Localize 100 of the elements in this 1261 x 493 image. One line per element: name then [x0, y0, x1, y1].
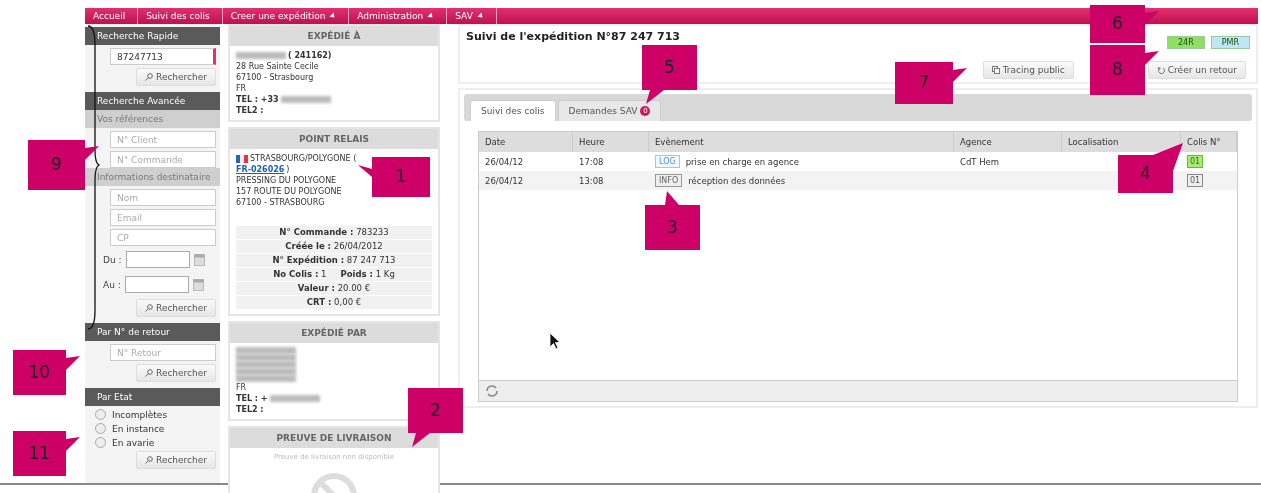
radio-label: En instance — [112, 423, 165, 434]
blurred-text — [280, 96, 331, 103]
search-icon — [145, 369, 154, 377]
address-line: FR — [236, 382, 247, 393]
callout-box — [358, 157, 430, 197]
radio-button[interactable] — [95, 409, 106, 420]
return-button[interactable]: Créer un retour — [1147, 61, 1246, 79]
address-line: TEL : +33 — [236, 94, 279, 105]
radio-label: Incomplètes — [112, 409, 168, 420]
callout-number: 3 — [667, 216, 678, 237]
service-badge: 24R — [1166, 36, 1205, 49]
relay-name: STRASBOURG/POLYGONE ( — [250, 153, 357, 164]
parcel-number: 01 — [1187, 155, 1204, 168]
address-line: PRESSING DU POLYGONE — [236, 176, 337, 185]
search-button[interactable]: Rechercher — [136, 68, 216, 86]
date-field[interactable] — [125, 251, 190, 268]
detail-text: N° Commande : 783233 — [279, 227, 389, 238]
address-line: 67100 - STRASBOURG — [236, 198, 325, 207]
address-line: TEL2 : — [236, 105, 264, 116]
address-line: TEL2 : — [236, 404, 264, 415]
address-line: 67100 - Strasbourg — [236, 72, 314, 83]
callout-number: 2 — [430, 399, 441, 420]
tracing-button[interactable]: Tracing public — [982, 61, 1074, 79]
callout-number: 7 — [918, 72, 930, 92]
detail-text: Poids : 1 Kg — [340, 269, 395, 280]
callout-number: 8 — [1112, 59, 1123, 79]
callout-box — [895, 62, 967, 104]
search-button[interactable]: Rechercher — [136, 299, 216, 317]
date-label: Au : — [103, 279, 121, 290]
section-header: Par N° de retour — [85, 323, 220, 341]
table-cell-text: CdT Hem — [959, 155, 1001, 169]
address-line: 157 ROUTE DU POLYGONE — [236, 187, 342, 196]
parcel-number: 01 — [1187, 174, 1204, 187]
detail-text: Créée le : 26/04/2012 — [285, 241, 383, 252]
address-line: FR — [236, 83, 247, 94]
search-icon — [145, 456, 154, 464]
callout-number: 5 — [664, 56, 675, 77]
service-badge: PMR — [1210, 36, 1250, 49]
callout-number: 1 — [395, 166, 407, 186]
relay-name-end: ) — [286, 164, 290, 175]
window-icon — [991, 66, 1000, 74]
panel-title: EXPÉDIÉ À — [230, 26, 438, 46]
event-tag: LOG — [655, 155, 680, 168]
detail-text: CRT : 0,00 € — [306, 297, 362, 308]
calendar-icon[interactable] — [192, 278, 204, 291]
panel-title: POINT RELAIS — [230, 129, 438, 149]
callout-number: 9 — [51, 154, 62, 174]
cursor-icon — [549, 332, 561, 350]
blurred-text — [269, 395, 320, 402]
callout-number: 11 — [28, 442, 51, 463]
input-field[interactable]: 87247713 — [110, 48, 216, 65]
callout-box — [13, 431, 80, 476]
callout-number: 4 — [1140, 163, 1151, 183]
detail-text: N° Expédition : 87 247 713 — [272, 255, 396, 266]
relay-link[interactable]: FR-026026 — [236, 164, 285, 175]
date-field[interactable] — [124, 276, 189, 293]
event-text: réception des données — [688, 175, 786, 186]
blurred-text — [236, 52, 286, 59]
address-line: TEL : + — [236, 393, 268, 404]
table-cell-text: 17:08 — [578, 155, 605, 169]
section-header: Recherche Rapide — [85, 27, 220, 45]
callout-box — [645, 191, 700, 250]
date-label: Du : — [103, 254, 122, 265]
callout-box — [1118, 143, 1183, 193]
calendar-icon[interactable] — [193, 253, 205, 266]
caret-icon — [477, 12, 485, 20]
menu-item[interactable]: SAV — [447, 8, 497, 24]
section-subheader: Informations destinataire — [85, 168, 220, 186]
callout-box — [28, 140, 99, 190]
event-tag: INFO — [655, 174, 683, 187]
callout-number: 6 — [1112, 13, 1123, 33]
table-cell-text: 13:08 — [578, 174, 605, 188]
search-button[interactable]: Rechercher — [136, 451, 216, 469]
callout-box — [1090, 45, 1159, 95]
table-cell-text: 26/04/12 — [484, 155, 525, 169]
return-icon — [1156, 66, 1165, 74]
radio-button[interactable] — [95, 423, 106, 434]
address-line: 28 Rue Sainte Cecile — [236, 61, 319, 72]
panel-title: PREUVE DE LIVRAISON — [230, 428, 438, 448]
refresh-icon[interactable] — [485, 385, 499, 397]
search-button[interactable]: Rechercher — [136, 364, 216, 382]
callout-box — [13, 350, 80, 395]
panel-title: EXPÉDIÉ PAR — [230, 323, 438, 343]
search-icon — [145, 73, 154, 81]
search-icon — [145, 304, 154, 312]
radio-label: En avarie — [112, 437, 155, 448]
address-line: ( 241162) — [288, 50, 332, 61]
flag-icon — [236, 154, 248, 163]
radio-button[interactable] — [95, 437, 106, 448]
callout-box — [408, 388, 463, 447]
detail-text: No Colis : 1 — [273, 269, 327, 280]
tab[interactable]: Suivi des colis — [470, 100, 556, 121]
callout-box — [642, 45, 697, 104]
page-title: Suivi de l'expédition N°87 247 713 — [466, 30, 680, 45]
event-text: prise en charge en agence — [685, 156, 799, 167]
caret-icon — [329, 12, 337, 20]
section-header: Par Etat — [85, 388, 220, 406]
caret-icon — [427, 12, 435, 20]
table-cell-text: 26/04/12 — [484, 174, 525, 188]
detail-text: Valeur : 20.00 € — [297, 283, 371, 294]
